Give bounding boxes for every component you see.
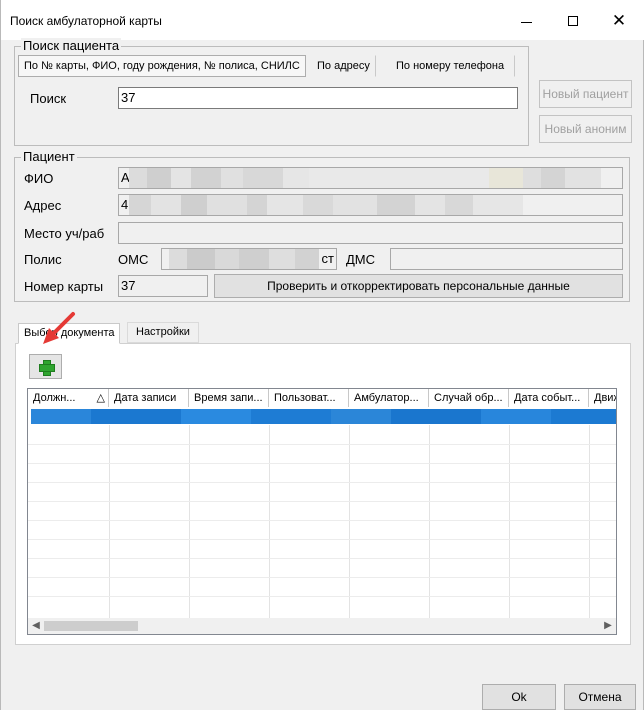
search-input-value: 37	[121, 90, 136, 105]
column-header[interactable]: Амбулатор...	[349, 389, 429, 407]
place-field[interactable]	[118, 222, 623, 244]
title-bar: Поиск амбулаторной карты ✕	[1, 0, 644, 40]
grid-row-line	[28, 558, 616, 559]
button-label: Ok	[511, 690, 527, 704]
column-label: Время запи...	[194, 392, 263, 404]
annotation-arrow-icon	[43, 312, 75, 344]
grid-row-line	[28, 463, 616, 464]
grid-header: Должн... △ Дата записи Время запи... Поль…	[28, 389, 616, 407]
scrollbar-thumb[interactable]	[44, 621, 138, 631]
grid-divider	[189, 425, 190, 618]
column-header[interactable]: Движ	[589, 389, 616, 407]
column-header[interactable]: Пользоват...	[269, 389, 349, 407]
column-label: Амбулатор...	[354, 392, 419, 404]
button-label: Проверить и откорректировать персональны…	[267, 279, 570, 293]
column-label: Пользоват...	[274, 392, 336, 404]
card-number-field[interactable]: 37	[118, 275, 208, 297]
oms-label: ОМС	[118, 252, 149, 267]
policy-label: Полис	[24, 252, 62, 267]
patient-group-legend: Пациент	[21, 149, 77, 164]
button-label: Новый аноним	[544, 122, 627, 136]
tab-search-by-phone[interactable]: По номеру телефона	[385, 55, 516, 77]
card-number-value: 37	[121, 278, 136, 293]
grid-row-line	[28, 444, 616, 445]
column-label: Должн...	[33, 392, 76, 404]
column-label: Случай обр...	[434, 392, 503, 404]
column-header[interactable]: Должн... △	[28, 389, 109, 407]
oms-redaction	[169, 249, 319, 269]
ok-button[interactable]: Ok	[482, 684, 556, 710]
oms-value: ст	[321, 251, 334, 266]
new-patient-button[interactable]: Новый пациент	[539, 80, 632, 108]
tab-search-by-address[interactable]: По адресу	[311, 55, 376, 77]
tab-settings[interactable]: Настройки	[127, 322, 199, 343]
fio-redaction	[129, 168, 601, 188]
button-label: Отмена	[578, 690, 622, 704]
search-group-legend: Поиск пациента	[21, 38, 122, 53]
column-label: Дата событ...	[514, 392, 581, 404]
tab-label: По адресу	[317, 60, 370, 72]
tab-search-by-card[interactable]: По № карты, ФИО, году рождения, № полиса…	[18, 55, 306, 77]
verify-personal-data-button[interactable]: Проверить и откорректировать персональны…	[214, 274, 623, 298]
place-label: Место уч/раб	[24, 226, 105, 241]
column-label: Дата записи	[114, 392, 177, 404]
column-header[interactable]: Случай обр...	[429, 389, 509, 407]
cancel-button[interactable]: Отмена	[564, 684, 636, 710]
table-row-selected[interactable]	[31, 409, 616, 424]
address-value: 4	[121, 197, 129, 212]
address-redaction	[129, 195, 601, 215]
column-label: Движ	[594, 392, 616, 404]
minimize-icon	[520, 22, 532, 23]
plus-icon	[38, 359, 55, 376]
column-header[interactable]: Дата записи	[109, 389, 189, 407]
grid-row-line	[28, 596, 616, 597]
close-button[interactable]: ✕	[604, 8, 634, 34]
maximize-button[interactable]	[558, 8, 588, 34]
grid-row-line	[28, 501, 616, 502]
sort-ascending-icon: △	[96, 392, 105, 404]
documents-grid[interactable]: Должн... △ Дата записи Время запи... Поль…	[27, 388, 617, 635]
tab-label: По № карты, ФИО, году рождения, № полиса…	[24, 60, 300, 72]
grid-divider	[349, 425, 350, 618]
card-number-label: Номер карты	[24, 279, 104, 294]
add-document-button[interactable]	[29, 354, 62, 379]
dms-field[interactable]	[390, 248, 623, 270]
horizontal-scrollbar[interactable]: ◀ ▶	[28, 618, 616, 634]
scroll-right-icon[interactable]: ▶	[600, 618, 616, 634]
new-anonymous-button[interactable]: Новый аноним	[539, 115, 632, 143]
tab-label: Настройки	[136, 326, 190, 338]
close-icon: ✕	[611, 11, 627, 30]
column-header[interactable]: Дата событ...	[509, 389, 589, 407]
grid-divider	[269, 425, 270, 618]
grid-row-line	[28, 577, 616, 578]
scroll-left-icon[interactable]: ◀	[28, 618, 44, 634]
minimize-button[interactable]	[511, 8, 541, 34]
dialog-window: Поиск амбулаторной карты ✕ Поиск пациент…	[0, 0, 644, 710]
search-input[interactable]: 37	[118, 87, 518, 109]
grid-row-line	[28, 520, 616, 521]
grid-divider	[589, 425, 590, 618]
maximize-icon	[568, 16, 578, 26]
search-label: Поиск	[30, 91, 67, 106]
tab-label: По номеру телефона	[396, 60, 505, 72]
button-label: Новый пациент	[542, 87, 629, 101]
grid-divider	[429, 425, 430, 618]
column-header[interactable]: Время запи...	[189, 389, 269, 407]
grid-divider	[509, 425, 510, 618]
dms-label: ДМС	[346, 252, 376, 267]
grid-row-line	[28, 539, 616, 540]
address-label: Адрес	[24, 198, 62, 213]
grid-row-line	[28, 482, 616, 483]
window-title: Поиск амбулаторной карты	[10, 14, 162, 28]
grid-divider	[109, 425, 110, 618]
fio-label: ФИО	[24, 171, 54, 186]
